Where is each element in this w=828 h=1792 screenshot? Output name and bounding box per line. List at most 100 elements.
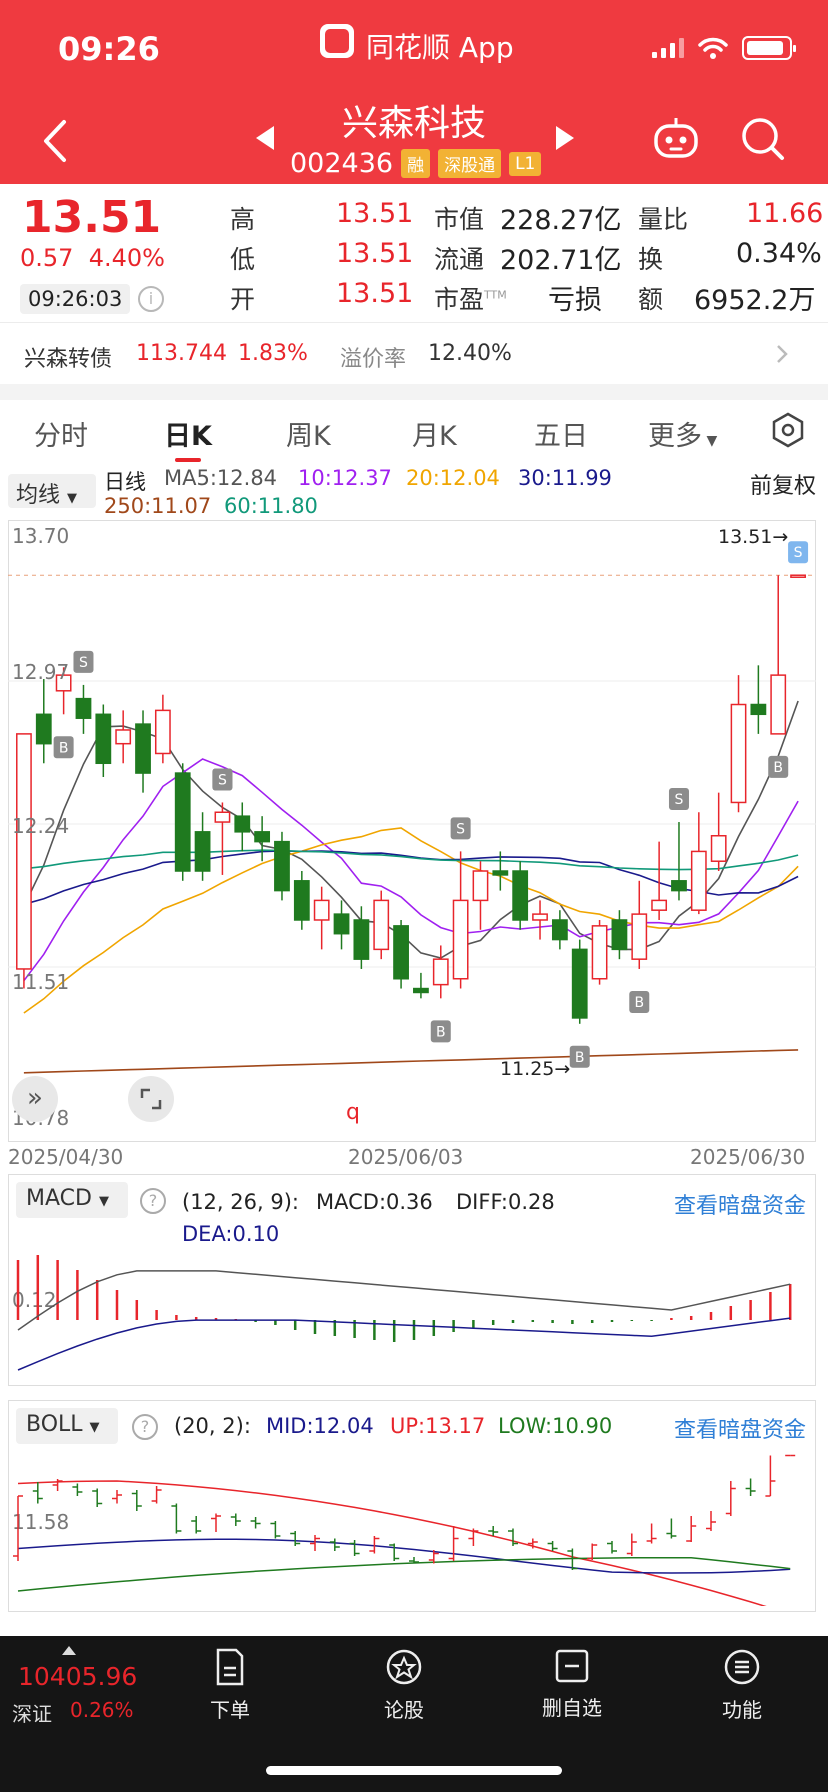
marker-letter: B bbox=[634, 995, 644, 1011]
macd-params: (12, 26, 9): bbox=[182, 1190, 299, 1214]
candle-body bbox=[274, 840, 290, 892]
next-stock-icon[interactable] bbox=[552, 124, 578, 152]
dark-pool-link-macd[interactable]: 查看暗盘资金 bbox=[674, 1188, 806, 1220]
macd-value: MACD:0.36 bbox=[316, 1190, 433, 1214]
discuss-label: 论股 bbox=[384, 1698, 424, 1722]
convertible-bond-row[interactable]: 兴森转债 113.744 1.83% 溢价率 12.40% bbox=[0, 322, 828, 384]
date-mid: 2025/06/03 bbox=[348, 1145, 464, 1169]
tab-monthly[interactable]: 月K bbox=[412, 414, 457, 453]
candle-body bbox=[472, 870, 489, 902]
macd-dropdown[interactable]: MACD ▼ bbox=[16, 1182, 128, 1218]
candle-body bbox=[413, 987, 429, 994]
search-icon[interactable] bbox=[740, 116, 786, 162]
candle bbox=[234, 802, 251, 852]
low-label: 低 bbox=[230, 245, 256, 274]
candle-body bbox=[651, 899, 668, 911]
candle bbox=[690, 812, 707, 915]
boll-help-icon[interactable]: ? bbox=[132, 1414, 158, 1440]
tab-weekly[interactable]: 周K bbox=[286, 414, 331, 453]
dark-pool-link-boll[interactable]: 查看暗盘资金 bbox=[674, 1412, 806, 1444]
candle bbox=[16, 733, 32, 989]
candle bbox=[730, 675, 747, 813]
candle bbox=[393, 919, 409, 989]
sell-marker: S bbox=[73, 650, 94, 673]
active-tab-indicator bbox=[175, 458, 201, 462]
macd-help-icon[interactable]: ? bbox=[140, 1188, 166, 1214]
float-value: 202.71亿 bbox=[500, 245, 622, 276]
candle bbox=[770, 575, 787, 735]
tag-connect: 深股通 bbox=[438, 149, 502, 178]
adjust-mode-toggle[interactable]: 前复权 bbox=[750, 468, 816, 500]
candle-body bbox=[333, 913, 350, 935]
boll-low: LOW:10.90 bbox=[498, 1414, 613, 1438]
candle-body bbox=[492, 870, 509, 876]
order-button[interactable]: 下单 bbox=[170, 1648, 290, 1723]
tab-intraday[interactable]: 分时 bbox=[34, 414, 88, 453]
date-end: 2025/06/30 bbox=[690, 1145, 806, 1169]
change-amount: 0.57 bbox=[20, 244, 74, 272]
tag-level: L1 bbox=[509, 151, 542, 176]
high-label: 高 bbox=[230, 205, 256, 234]
candle-body bbox=[571, 948, 588, 1019]
high-value: 13.51 bbox=[336, 198, 414, 229]
candle-body bbox=[95, 713, 112, 765]
candle bbox=[194, 812, 211, 881]
legend-ma10: 10:12.37 bbox=[298, 466, 392, 490]
legend-period: 日线 bbox=[104, 470, 146, 494]
candle bbox=[154, 694, 171, 764]
mcap-value: 228.27亿 bbox=[500, 205, 622, 236]
discuss-button[interactable]: 论股 bbox=[344, 1648, 464, 1723]
ma30-line bbox=[23, 850, 799, 906]
candle-body bbox=[631, 913, 648, 960]
premium-value: 12.40% bbox=[428, 341, 512, 366]
marker-letter: B bbox=[773, 760, 783, 776]
cb-name: 兴森转债 bbox=[24, 347, 113, 372]
buy-marker: B bbox=[430, 1020, 451, 1043]
candle bbox=[551, 910, 568, 950]
candle bbox=[293, 871, 310, 930]
candle bbox=[611, 910, 628, 960]
index-percent: 0.26% bbox=[70, 1698, 134, 1722]
candle bbox=[333, 900, 350, 950]
candle bbox=[571, 939, 588, 1024]
candle-body bbox=[75, 697, 92, 719]
function-button[interactable]: 功能 bbox=[682, 1648, 802, 1723]
tab-more[interactable]: 更多 ▼ bbox=[648, 414, 717, 453]
marker-letter: S bbox=[79, 655, 88, 671]
pe-label: 市盈TTM bbox=[434, 280, 507, 316]
diff-line bbox=[17, 1270, 791, 1331]
fullscreen-icon[interactable] bbox=[128, 1076, 174, 1122]
order-label: 下单 bbox=[210, 1698, 250, 1722]
remove-icon bbox=[555, 1649, 589, 1683]
legend-ma60: 60:11.80 bbox=[224, 494, 318, 518]
candle bbox=[710, 792, 727, 872]
wifi-icon bbox=[698, 37, 728, 59]
candle-body bbox=[432, 958, 449, 986]
dea-line bbox=[17, 1317, 791, 1371]
boll-dropdown[interactable]: BOLL ▼ bbox=[16, 1408, 118, 1444]
low-value: 13.51 bbox=[336, 238, 414, 269]
candle-body bbox=[254, 831, 271, 843]
remove-watchlist-button[interactable]: 删自选 bbox=[512, 1648, 632, 1721]
candle-body bbox=[214, 811, 231, 823]
stock-name: 兴森科技 bbox=[341, 103, 486, 144]
candle-body bbox=[373, 899, 390, 951]
drawing-tool-icon[interactable]: q bbox=[346, 1100, 360, 1125]
marker-letter: B bbox=[575, 1050, 585, 1066]
tab-daily[interactable]: 日K bbox=[164, 414, 212, 453]
amount-value: 6952.2万 bbox=[694, 285, 816, 316]
settings-hex-icon[interactable] bbox=[770, 412, 806, 448]
ma-dropdown[interactable]: 均线 ▼ bbox=[8, 474, 96, 508]
kline-chart[interactable]: SBBSSBSBSBS bbox=[8, 520, 816, 1142]
legend-ma250: 250:11.07 bbox=[104, 494, 212, 518]
current-price: 13.51 bbox=[22, 192, 162, 243]
info-icon[interactable]: i bbox=[138, 286, 164, 312]
index-value[interactable]: 10405.96 bbox=[18, 1662, 137, 1691]
candle bbox=[750, 665, 767, 734]
prev-stock-icon[interactable] bbox=[252, 124, 278, 152]
tab-five-day[interactable]: 五日 bbox=[534, 414, 588, 453]
expand-chart-icon[interactable]: » bbox=[12, 1076, 58, 1122]
candle bbox=[75, 684, 92, 734]
robot-assistant-icon[interactable] bbox=[652, 116, 700, 160]
buy-marker: B bbox=[768, 755, 789, 778]
